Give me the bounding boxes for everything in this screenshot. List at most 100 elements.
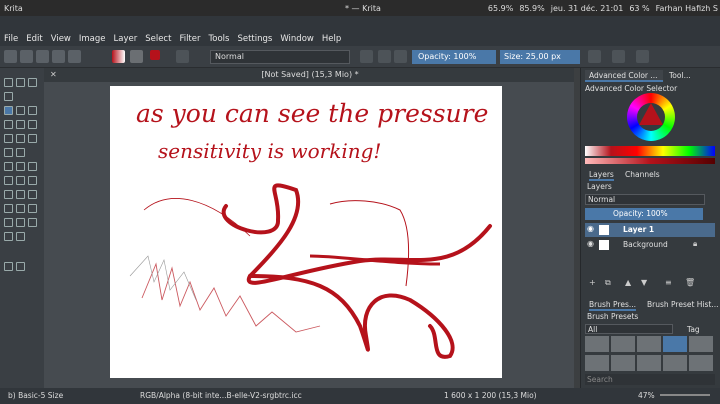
- freehand-brush-icon[interactable]: [4, 106, 13, 115]
- move-down-icon[interactable]: ▼: [641, 278, 647, 287]
- open-document-icon[interactable]: [20, 50, 33, 63]
- brush-preset-item[interactable]: [689, 355, 713, 371]
- brush-preset-icon[interactable]: [176, 50, 189, 63]
- menu-select[interactable]: Select: [141, 34, 175, 44]
- gradient-swatch-icon[interactable]: [112, 50, 125, 63]
- brush-preset-item[interactable]: [663, 355, 687, 371]
- reference-tool-icon[interactable]: [28, 190, 37, 199]
- brush-status[interactable]: b) Basic-5 Size: [8, 391, 63, 400]
- similar-select-icon[interactable]: [28, 218, 37, 227]
- brush-preset-item[interactable]: [689, 336, 713, 352]
- color-triangle[interactable]: [639, 103, 663, 125]
- reload-preset-icon[interactable]: [394, 50, 407, 63]
- new-document-icon[interactable]: [4, 50, 17, 63]
- rect-select-icon[interactable]: [4, 204, 13, 213]
- size-slider[interactable]: Size: 25,00 px: [500, 50, 580, 64]
- clock[interactable]: jeu. 31 déc. 21:01: [551, 4, 624, 13]
- poly-select-icon[interactable]: [28, 204, 37, 213]
- measure-tool-icon[interactable]: [16, 190, 25, 199]
- color-wheel[interactable]: [627, 93, 675, 141]
- contiguous-select-icon[interactable]: [16, 218, 25, 227]
- pan-tool-icon[interactable]: [28, 176, 37, 185]
- alpha-lock-icon[interactable]: [378, 50, 391, 63]
- select-shapes-icon[interactable]: [4, 78, 13, 87]
- battery-status[interactable]: 65.9%: [488, 4, 513, 13]
- zoom-status[interactable]: 47%: [638, 391, 655, 400]
- foreground-color-icon[interactable]: [150, 50, 160, 60]
- save-document-icon[interactable]: [36, 50, 49, 63]
- add-layer-icon[interactable]: +: [589, 278, 596, 287]
- polyline-tool-icon[interactable]: [28, 120, 37, 129]
- opacity-slider[interactable]: Opacity: 100%: [412, 50, 496, 64]
- color-shade-strip-1[interactable]: [585, 146, 715, 156]
- mirror-vertical-icon[interactable]: [612, 50, 625, 63]
- tab-brush-presets[interactable]: Brush Pres...: [589, 300, 637, 311]
- ellipse-select-icon[interactable]: [16, 204, 25, 213]
- layer-row-2[interactable]: ◉ Background 🔒︎: [585, 238, 715, 252]
- freehand-select-icon[interactable]: [4, 218, 13, 227]
- rectangle-tool-icon[interactable]: [28, 106, 37, 115]
- layer-properties-icon[interactable]: ≡: [665, 278, 672, 287]
- brush-search-field[interactable]: Search: [585, 374, 715, 385]
- redo-icon[interactable]: [68, 50, 81, 63]
- tab-brush-history[interactable]: Brush Preset Hist...: [647, 300, 719, 309]
- visibility-eye-icon[interactable]: ◉: [587, 224, 594, 233]
- tab-layers[interactable]: Layers: [589, 170, 614, 181]
- edit-shapes-icon[interactable]: [16, 78, 25, 87]
- line-tool-icon[interactable]: [16, 106, 25, 115]
- hand-tool-icon[interactable]: [16, 262, 25, 271]
- layer-row-1[interactable]: ◉ Layer 1: [585, 223, 715, 237]
- close-tab-icon[interactable]: ✕: [50, 70, 57, 79]
- volume-status[interactable]: 63 %: [629, 4, 649, 13]
- calligraphy-icon[interactable]: [4, 92, 13, 101]
- tab-tool-options[interactable]: Tool...: [669, 71, 691, 80]
- ellipse-tool-icon[interactable]: [4, 120, 13, 129]
- tab-channels[interactable]: Channels: [625, 170, 660, 179]
- duplicate-layer-icon[interactable]: ⧉: [605, 278, 611, 288]
- freehand-path-icon[interactable]: [16, 134, 25, 143]
- color-shade-strip-2[interactable]: [585, 158, 715, 164]
- layer-opacity-slider[interactable]: Opacity: 100%: [585, 208, 703, 220]
- brush-tag-select[interactable]: Tag: [687, 325, 700, 334]
- brush-preset-item[interactable]: [585, 355, 609, 371]
- brush-preset-item[interactable]: [637, 336, 661, 352]
- menu-layer[interactable]: Layer: [110, 34, 142, 44]
- menu-view[interactable]: View: [47, 34, 75, 44]
- menu-file[interactable]: File: [0, 34, 22, 44]
- move-up-icon[interactable]: ▲: [625, 278, 631, 287]
- bezier-tool-icon[interactable]: [4, 134, 13, 143]
- eraser-mode-icon[interactable]: [360, 50, 373, 63]
- menu-tools[interactable]: Tools: [205, 34, 234, 44]
- brush-preset-item[interactable]: [663, 336, 687, 352]
- battery-status-2[interactable]: 85.9%: [519, 4, 544, 13]
- zoom-slider[interactable]: [660, 394, 710, 396]
- undo-icon[interactable]: [52, 50, 65, 63]
- transform-tool-icon[interactable]: [4, 162, 13, 171]
- delete-layer-icon[interactable]: 🗑︎: [685, 278, 695, 287]
- brush-preset-item[interactable]: [637, 355, 661, 371]
- magnetic-select-icon[interactable]: [16, 232, 25, 241]
- menu-help[interactable]: Help: [318, 34, 345, 44]
- fill-tool-icon[interactable]: [16, 176, 25, 185]
- brush-preset-item[interactable]: [611, 355, 635, 371]
- menu-settings[interactable]: Settings: [233, 34, 276, 44]
- blend-mode-select[interactable]: Normal: [210, 50, 350, 64]
- brush-preset-item[interactable]: [585, 336, 609, 352]
- assistant-tool-icon[interactable]: [4, 190, 13, 199]
- multibrush-icon[interactable]: [4, 148, 13, 157]
- mirror-horizontal-icon[interactable]: [588, 50, 601, 63]
- gradient-tool-icon[interactable]: [28, 162, 37, 171]
- move-tool-icon[interactable]: [16, 162, 25, 171]
- color-space-status[interactable]: RGB/Alpha (8-bit inte...B-elle-V2-srgbtr…: [140, 391, 302, 400]
- menu-filter[interactable]: Filter: [175, 34, 204, 44]
- polygon-tool-icon[interactable]: [16, 120, 25, 129]
- brush-preset-item[interactable]: [611, 336, 635, 352]
- visibility-eye-icon[interactable]: ◉: [587, 239, 594, 248]
- zoom-tool-icon[interactable]: [4, 262, 13, 271]
- menu-window[interactable]: Window: [276, 34, 318, 44]
- menu-image[interactable]: Image: [75, 34, 110, 44]
- menu-edit[interactable]: Edit: [22, 34, 46, 44]
- text-tool-icon[interactable]: [28, 78, 37, 87]
- brush-filter-select[interactable]: All: [585, 324, 673, 334]
- pattern-swatch-icon[interactable]: [130, 50, 143, 63]
